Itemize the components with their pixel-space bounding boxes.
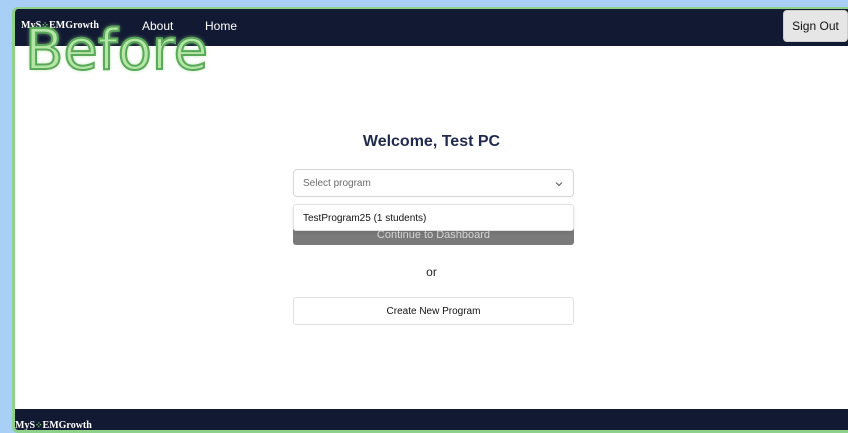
program-dropdown-menu: TestProgram25 (1 students) [293,204,574,231]
footer-brand-suffix: EMGrowth [42,420,92,431]
nav-link-home[interactable]: Home [205,19,237,33]
sprout-icon: ⁘ [41,20,49,30]
program-select-placeholder: Select program [303,178,371,189]
program-option-testprogram25[interactable]: TestProgram25 (1 students) [303,213,426,224]
footer-brand-logo: MyS⁘EMGrowth [15,420,92,431]
chevron-down-icon [555,182,563,187]
or-divider-text: or [426,265,437,279]
sign-out-button[interactable]: Sign Out [783,10,848,42]
top-navbar: MyS⁘EMGrowth About Home Sign Out [15,9,848,46]
welcome-heading: Welcome, Test PC [362,133,501,150]
program-select[interactable]: Select program [293,169,574,197]
brand-prefix: MyS [21,20,42,31]
brand-suffix: EMGrowth [48,20,100,31]
create-new-program-button[interactable]: Create New Program [293,297,574,325]
app-window: MyS⁘EMGrowth About Home Sign Out Before … [12,7,848,433]
footer-bar: MyS⁘EMGrowth [15,409,848,431]
brand-logo[interactable]: MyS⁘EMGrowth [21,20,99,31]
footer-brand-prefix: MyS [15,420,35,431]
footer-sprout-icon: ⁘ [35,420,43,430]
nav-link-about[interactable]: About [142,19,173,33]
